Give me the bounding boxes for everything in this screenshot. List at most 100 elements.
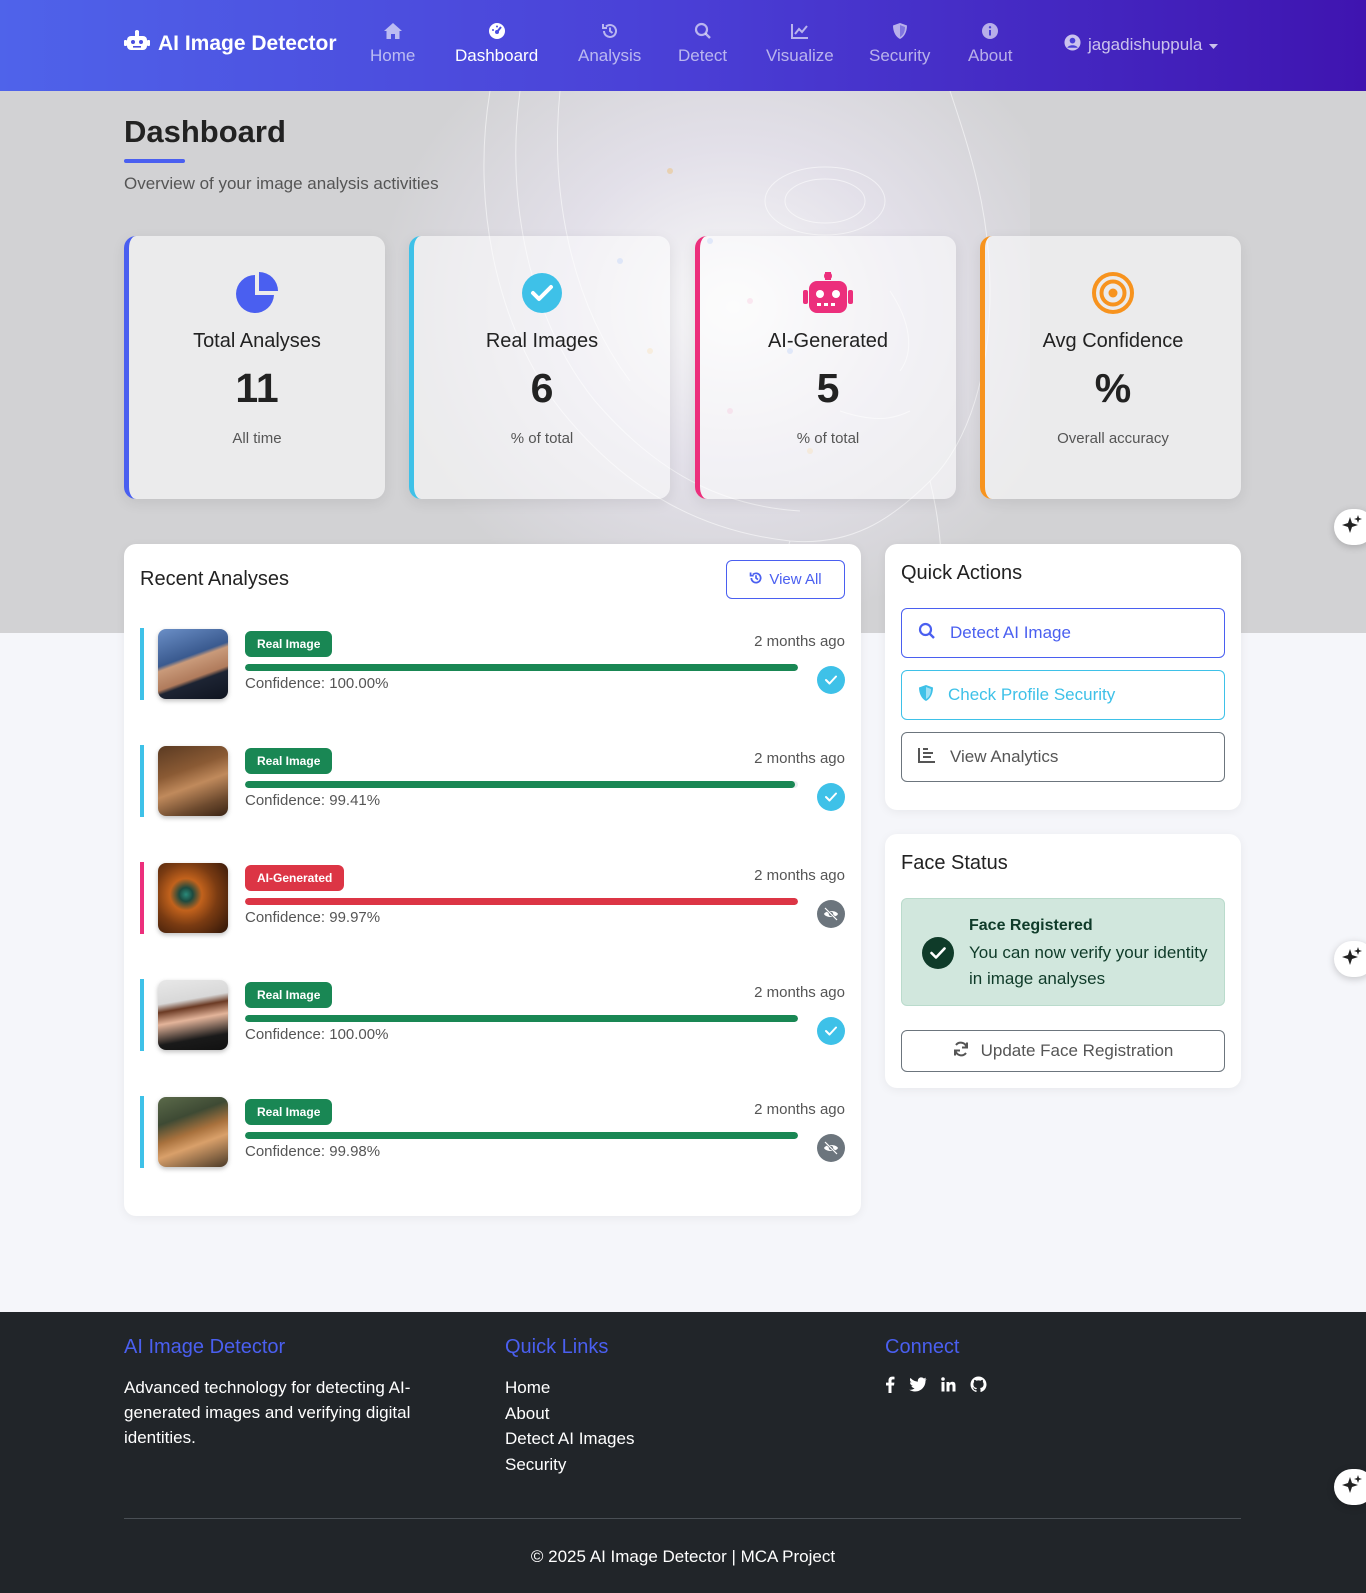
stat-label: Avg Confidence [1042,330,1184,352]
chart-bar-icon [918,747,936,768]
view-all-button[interactable]: View All [726,560,845,599]
result-badge: Real Image [245,631,333,657]
analysis-thumbnail[interactable] [158,980,228,1050]
confidence-progress-bar [245,1132,798,1139]
floating-assistant-button[interactable] [1334,1469,1366,1505]
confidence-text: Confidence: 99.41% [245,792,381,809]
confidence-text: Confidence: 100.00% [245,675,389,692]
page-title: Dashboard [124,114,286,149]
confidence-text: Confidence: 99.97% [245,909,381,926]
stat-note: % of total [796,430,860,447]
result-badge: Real Image [245,748,333,774]
user-menu[interactable]: jagadishuppula [1064,34,1219,56]
nav-about[interactable]: About [968,20,1012,66]
face-status-title: Face Status [901,852,1008,874]
confidence-text: Confidence: 99.98% [245,1143,381,1160]
shield-icon [918,684,934,707]
analysis-row[interactable]: AI-Generated 2 months ago Confidence: 99.9… [140,862,845,934]
nav-analysis[interactable]: Analysis [578,20,641,66]
footer-connect-title: Connect [885,1336,960,1358]
nav-detect-label: Detect [678,46,728,65]
confidence-progress-fill [245,664,798,671]
history-icon [601,20,619,42]
confidence-progress-fill [245,1015,798,1022]
verified-check-icon[interactable] [817,783,845,811]
stat-label: AI-Generated [767,330,889,352]
result-badge: Real Image [245,1099,333,1125]
nav-about-label: About [968,46,1013,65]
footer-social-links [885,1376,987,1398]
analysis-thumbnail[interactable] [158,1097,228,1167]
analysis-row[interactable]: Real Image 2 months ago Confidence: 100.00… [140,979,845,1051]
nav-analysis-label: Analysis [578,46,642,65]
stat-card-confidence: Avg Confidence % Overall accuracy [980,236,1241,499]
analysis-thumbnail[interactable] [158,746,228,816]
title-underline [124,159,185,163]
footer-link-about[interactable]: About [505,1401,634,1427]
result-badge: AI-Generated [245,865,345,891]
analysis-row[interactable]: Real Image 2 months ago Confidence: 99.41% [140,745,845,817]
navbar: AI Image Detector Home Dashboard Analysi… [0,0,1366,91]
recent-analyses-title: Recent Analyses [140,568,289,590]
row-accent-bar [140,862,144,934]
dashboard-icon [488,20,506,42]
stat-value: % [1094,365,1132,411]
nav-home-label: Home [370,46,416,65]
chart-line-icon [790,20,809,42]
analysis-row[interactable]: Real Image 2 months ago Confidence: 100.00… [140,628,845,700]
view-analytics-button[interactable]: View Analytics [901,732,1225,782]
confidence-progress-fill [245,1132,798,1139]
detect-ai-image-button[interactable]: Detect AI Image [901,608,1225,658]
footer-link-detect[interactable]: Detect AI Images [505,1426,634,1452]
quick-actions-title: Quick Actions [901,562,1023,584]
footer-copyright: © 2025 AI Image Detector | MCA Project [530,1547,836,1566]
shield-icon [892,20,908,42]
sparkle-icon [1341,1474,1363,1500]
verified-check-icon[interactable] [817,666,845,694]
row-accent-bar [140,745,144,817]
nav-dashboard[interactable]: Dashboard [455,20,538,66]
nav-visualize[interactable]: Visualize [766,20,834,66]
check-profile-security-button[interactable]: Check Profile Security [901,670,1225,720]
sparkle-icon [1341,946,1363,972]
analysis-thumbnail[interactable] [158,629,228,699]
footer-link-home[interactable]: Home [505,1375,634,1401]
confidence-progress-bar [245,664,798,671]
search-icon [694,20,712,42]
analysis-time: 2 months ago [754,750,845,767]
nav-visualize-label: Visualize [766,46,834,65]
analysis-row[interactable]: Real Image 2 months ago Confidence: 99.98% [140,1096,845,1168]
footer-divider [124,1518,1241,1519]
update-face-registration-button[interactable]: Update Face Registration [901,1030,1225,1072]
brand-link[interactable]: AI Image Detector [124,30,337,58]
floating-assistant-button[interactable] [1334,509,1366,545]
stat-value: 6 [530,365,554,411]
eye-slash-icon[interactable] [817,900,845,928]
update-face-registration-label: Update Face Registration [980,1041,1174,1060]
linkedin-icon[interactable] [941,1377,956,1397]
floating-assistant-button[interactable] [1334,941,1366,977]
twitter-icon[interactable] [909,1377,927,1397]
nav-home[interactable]: Home [370,20,415,66]
target-icon [1092,271,1134,315]
footer-link-security[interactable]: Security [505,1452,634,1478]
info-icon [981,20,999,42]
face-registered-alert: Face Registered You can now verify your … [901,898,1225,1006]
stat-note: % of total [510,430,574,447]
verified-check-icon[interactable] [817,1017,845,1045]
nav-detect[interactable]: Detect [678,20,727,66]
sparkle-icon [1341,514,1363,540]
nav-security[interactable]: Security [869,20,930,66]
facebook-icon[interactable] [885,1376,895,1398]
row-accent-bar [140,979,144,1051]
footer: AI Image Detector Advanced technology fo… [0,1312,1366,1593]
analysis-time: 2 months ago [754,867,845,884]
confidence-text: Confidence: 100.00% [245,1026,389,1043]
confidence-progress-bar [245,781,798,788]
nav-security-label: Security [869,46,931,65]
github-icon[interactable] [970,1376,987,1398]
pie-chart-icon [235,271,279,315]
footer-links-title: Quick Links [505,1336,609,1358]
eye-slash-icon[interactable] [817,1134,845,1162]
analysis-thumbnail[interactable] [158,863,228,933]
